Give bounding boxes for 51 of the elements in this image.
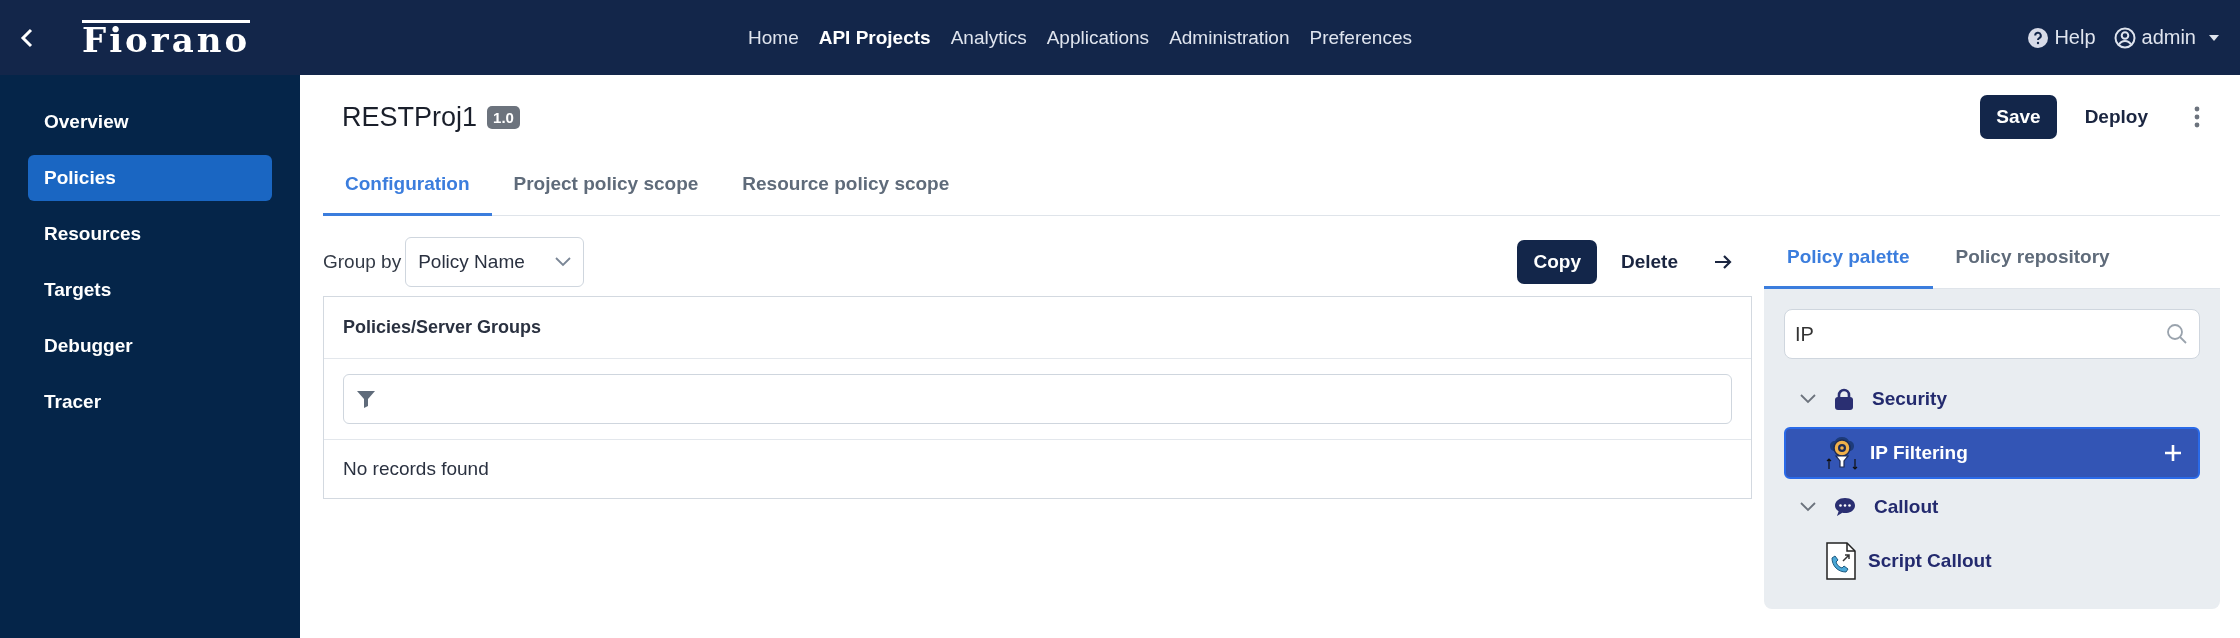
sidebar-item[interactable]: Debugger (28, 323, 272, 369)
sidebar-item[interactable]: Overview (28, 99, 272, 145)
chat-bubble-icon (1834, 497, 1856, 517)
empty-message: No records found (342, 457, 490, 481)
back-chevron-icon[interactable] (20, 26, 34, 49)
user-menu[interactable]: admin (2113, 26, 2220, 49)
palette-tab[interactable]: Policy repository (1932, 230, 2133, 289)
category-row[interactable]: Security (1784, 373, 2200, 425)
help-icon (2028, 27, 2049, 48)
nav-link[interactable]: Home (748, 26, 799, 49)
sidebar-item[interactable]: Tracer (28, 379, 272, 425)
version-badge: 1.0 (487, 105, 520, 129)
chevron-down-icon[interactable] (1800, 502, 1816, 512)
policy-item[interactable]: IP Filtering (1784, 427, 2200, 479)
more-options-icon[interactable] (2194, 106, 2200, 128)
sidebar-item[interactable]: Resources (28, 211, 272, 257)
filter-gear-icon (1826, 435, 1858, 471)
save-button[interactable]: Save (1980, 95, 2057, 139)
delete-button[interactable]: Delete (1604, 240, 1694, 284)
copy-button[interactable]: Copy (1517, 240, 1597, 284)
nav-link[interactable]: API Projects (818, 26, 931, 49)
tab[interactable]: Project policy scope (491, 159, 721, 216)
chevron-down-icon (554, 257, 571, 267)
group-by-label: Group by (323, 251, 402, 273)
funnel-icon (356, 390, 376, 408)
caret-icon (2208, 33, 2220, 42)
arrow-right-icon[interactable] (1714, 254, 1732, 270)
nav-link[interactable]: Applications (1046, 26, 1150, 49)
deploy-button[interactable]: Deploy (2068, 95, 2164, 139)
chevron-down-icon[interactable] (1800, 394, 1816, 404)
script-file-icon (1826, 542, 1856, 580)
plus-icon[interactable] (2164, 444, 2182, 462)
search-field[interactable]: IP (1784, 309, 2200, 359)
project-title: RESTProj1 (341, 101, 478, 133)
user-icon (2113, 26, 2136, 49)
lock-icon (1834, 388, 1854, 410)
tab[interactable]: Resource policy scope (720, 159, 972, 216)
sidebar-item[interactable]: Targets (28, 267, 272, 313)
group-by-dropdown[interactable]: Policy Name (405, 237, 584, 287)
logo[interactable]: Fiorano (82, 19, 251, 56)
policy-item[interactable]: Script Callout (1784, 535, 2200, 587)
column-header: Policies/Server Groups (324, 297, 1751, 359)
search-icon (2166, 323, 2188, 345)
nav-link[interactable]: Preferences (1309, 26, 1412, 49)
help-link[interactable]: Help (2028, 26, 2096, 49)
nav-link[interactable]: Administration (1169, 26, 1290, 49)
sidebar-item[interactable]: Policies (28, 155, 272, 201)
filter-field[interactable] (343, 374, 1732, 424)
tab[interactable]: Configuration (323, 159, 492, 216)
nav-link[interactable]: Analytics (950, 26, 1027, 49)
category-row[interactable]: Callout (1784, 481, 2200, 533)
